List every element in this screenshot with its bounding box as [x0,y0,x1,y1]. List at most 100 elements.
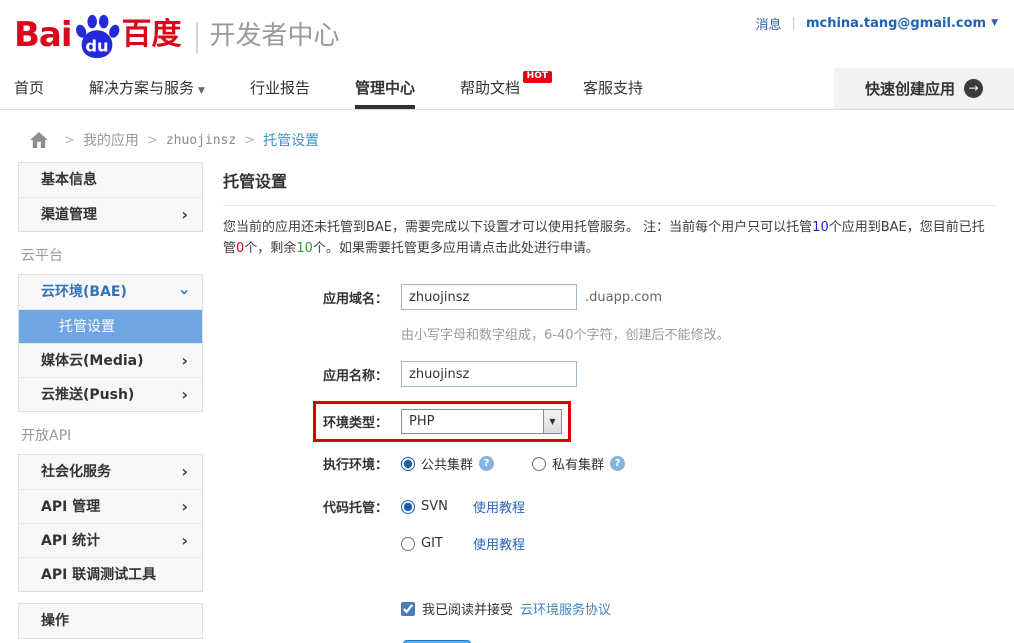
chevron-down-icon: › [181,275,188,309]
env-type-highlight-box: 环境类型： PHP ▼ [313,401,571,442]
main-panel: 托管设置 您当前的应用还未托管到BAE，需要完成以下设置才可以使用托管服务。 注… [223,162,995,643]
sidebar: 基本信息 渠道管理 › 云平台 云环境(BAE) › 托管设置 媒体云(Medi… [18,162,203,643]
git-radio[interactable] [401,537,415,551]
account-caret-down-icon[interactable]: ▼ [991,18,998,28]
breadcrumb-current-page[interactable]: 托管设置 [263,130,319,150]
private-cluster-label: 私有集群 [552,454,604,473]
service-agreement-link[interactable]: 云环境服务协议 [520,599,611,618]
sidebar-group-app: 基本信息 渠道管理 › [18,162,203,232]
public-cluster-radio[interactable] [401,457,415,471]
breadcrumb: > 我的应用 > zhuojinsz > 托管设置 [30,130,1014,150]
git-tutorial-link[interactable]: 使用教程 [473,534,525,553]
nav-label: 首页 [14,79,44,97]
sidebar-item-label: 基本信息 [41,172,97,188]
select-dropdown-arrow-icon[interactable]: ▼ [543,410,561,433]
public-cluster-option[interactable]: 公共集群 ? [401,454,494,473]
chevron-right-icon: › [181,378,188,412]
help-question-icon[interactable]: ? [479,456,494,471]
git-option[interactable]: GIT [401,536,473,551]
header: Bai du 百度 开发者中心 消息 | mchina.tang@gmail.c… [0,0,1014,68]
breadcrumb-app-name[interactable]: zhuojinsz [166,133,236,148]
breadcrumb-separator: > [147,133,158,148]
sidebar-item-label: API 统计 [41,533,100,549]
sidebar-item-bae[interactable]: 云环境(BAE) › [19,275,202,309]
svn-tutorial-link[interactable]: 使用教程 [473,497,525,516]
quick-create-app-label: 快速创建应用 [865,78,955,99]
intro-part: 个，剩余 [244,241,296,256]
main-nav: 首页 解决方案与服务▼ 行业报告 管理中心 帮助文档 HOT 客服支持 快速创建… [0,68,1014,110]
nav-item-help-docs[interactable]: 帮助文档 HOT [460,68,520,109]
baidu-paw-icon: du [73,12,121,60]
env-type-select[interactable]: PHP ▼ [401,409,562,434]
agreement-row: 我已阅读并接受 云环境服务协议 [401,599,995,618]
sidebar-item-channel-management[interactable]: 渠道管理 › [19,197,202,231]
nav-label: 行业报告 [250,79,310,97]
sidebar-item-push[interactable]: 云推送(Push) › [19,377,202,411]
sidebar-item-label: 媒体云(Media) [41,353,144,369]
exec-env-row: 执行环境： 公共集群 ? 私有集群 ? [323,454,995,473]
site-title: 开发者中心 [210,14,340,58]
exec-env-label: 执行环境： [323,454,401,473]
messages-link[interactable]: 消息 [756,14,782,33]
sidebar-item-basic-info[interactable]: 基本信息 [19,163,202,197]
logo-text-bai: Bai [14,12,72,58]
sidebar-item-operations[interactable]: 操作 [19,604,202,638]
git-label: GIT [421,536,473,551]
svn-radio[interactable] [401,500,415,514]
intro-part: 您当前的应用还未托管到BAE，需要完成以下设置才可以使用托管服务。 注：当前每个… [223,220,812,235]
sidebar-item-label: 操作 [41,613,69,629]
account-email-link[interactable]: mchina.tang@gmail.com [806,16,986,31]
breadcrumb-separator: > [64,133,75,148]
nav-item-industry-report[interactable]: 行业报告 [250,68,310,109]
agreement-checkbox[interactable] [401,602,415,616]
chevron-right-icon: › [181,490,188,524]
nav-item-home[interactable]: 首页 [14,68,44,109]
sidebar-item-api-management[interactable]: API 管理 › [19,489,202,523]
sidebar-item-api-debug-tool[interactable]: API 联调测试工具 [19,557,202,591]
breadcrumb-my-apps[interactable]: 我的应用 [83,130,139,150]
sidebar-item-api-statistics[interactable]: API 统计 › [19,523,202,557]
agreement-text: 我已阅读并接受 [422,599,513,618]
app-domain-hint: 由小写字母和数字组成，6-40个字符，创建后不能修改。 [401,324,995,343]
code-hosting-row-svn: 代码托管： SVN 使用教程 [323,497,995,516]
sidebar-item-hosting-settings[interactable]: 托管设置 [19,309,202,343]
sidebar-group-operations: 操作 [18,603,203,639]
sidebar-item-social-services[interactable]: 社会化服务 › [19,455,202,489]
chevron-right-icon: › [181,524,188,558]
env-type-label: 环境类型： [323,412,401,431]
private-cluster-option[interactable]: 私有集群 ? [532,454,625,473]
intro-part: 个。如果需要托管更多应用请点击此处进行申请。 [313,241,599,256]
nav-item-solutions[interactable]: 解决方案与服务▼ [89,68,205,109]
baidu-logo[interactable]: Bai du 百度 开发者中心 [14,12,340,58]
breadcrumb-separator: > [244,133,255,148]
chevron-right-icon: › [181,455,188,489]
app-domain-input[interactable] [401,284,577,310]
app-name-input[interactable] [401,361,577,387]
app-domain-row: 应用域名： .duapp.com [323,284,995,310]
help-question-icon[interactable]: ? [610,456,625,471]
sidebar-item-label: 云推送(Push) [41,387,134,403]
nav-item-customer-support[interactable]: 客服支持 [583,68,643,109]
nav-item-management-center[interactable]: 管理中心 [355,68,415,109]
sidebar-item-label: 云环境(BAE) [41,284,127,300]
hot-badge: HOT [523,71,552,83]
sidebar-item-label: API 联调测试工具 [41,567,156,583]
public-cluster-label: 公共集群 [421,454,473,473]
svg-text:du: du [85,36,108,55]
intro-text: 您当前的应用还未托管到BAE，需要完成以下设置才可以使用托管服务。 注：当前每个… [223,217,995,259]
nav-label: 管理中心 [355,79,415,97]
topbar-divider: | [792,16,796,31]
sidebar-item-media-cloud[interactable]: 媒体云(Media) › [19,343,202,377]
quick-create-app-button[interactable]: 快速创建应用 → [834,68,1014,109]
sidebar-item-label: 托管设置 [59,319,115,335]
private-cluster-radio[interactable] [532,457,546,471]
sidebar-section-open-api: 开放API [21,425,203,445]
app-name-label: 应用名称： [323,365,401,384]
logo-text-baidu-cn: 百度 [122,12,182,58]
home-icon[interactable] [30,132,48,148]
nav-label: 客服支持 [583,79,643,97]
sidebar-section-cloud-platform: 云平台 [21,245,203,265]
app-name-row: 应用名称： [323,361,995,387]
svn-option[interactable]: SVN [401,499,473,514]
nav-label: 帮助文档 [460,79,520,97]
